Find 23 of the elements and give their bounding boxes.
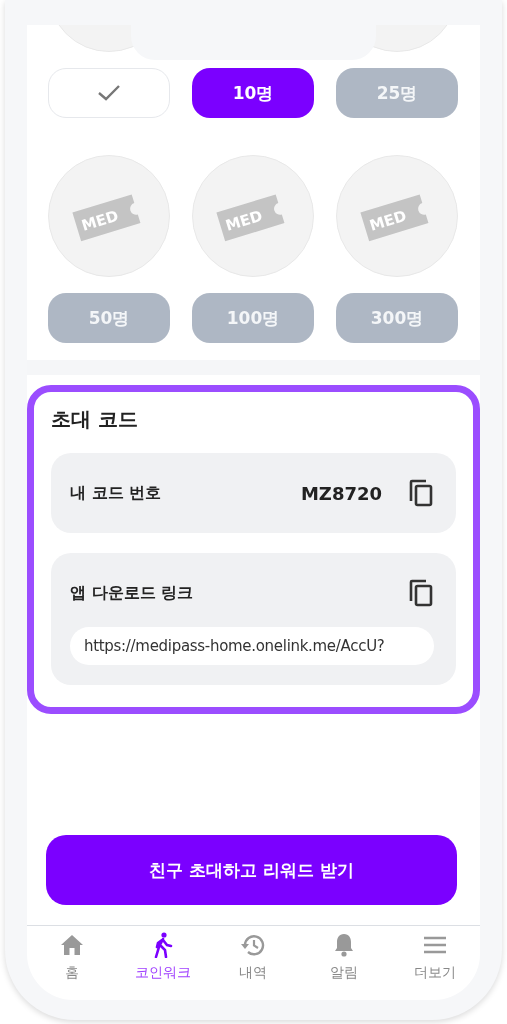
section-title: 초대 코드 (51, 406, 139, 433)
milestone-button[interactable]: 100명 (192, 293, 314, 343)
link-label: 앱 다운로드 링크 (70, 582, 194, 604)
milestone-button[interactable]: 10명 (192, 68, 314, 118)
history-icon (240, 932, 267, 958)
copy-icon[interactable] (408, 579, 434, 607)
invite-code: MZ8720 (300, 482, 382, 504)
copy-icon[interactable] (408, 479, 434, 507)
walking-person-icon (152, 932, 173, 958)
milestone-button[interactable]: 50명 (48, 293, 170, 343)
home-icon (60, 932, 85, 958)
tab-item[interactable]: 내역 (208, 932, 299, 1000)
invite-button[interactable]: 친구 초대하고 리워드 받기 (46, 835, 457, 905)
code-label: 내 코드 번호 (70, 482, 162, 504)
link-field[interactable]: https://medipass-home.onelink.me/AccU? (70, 627, 434, 665)
milestone-button[interactable]: 300명 (336, 293, 458, 343)
bell-icon (333, 932, 356, 958)
tab-item[interactable]: 알림 (298, 932, 390, 1000)
tab-item[interactable]: 코인워크 (117, 932, 209, 1000)
tab-item[interactable]: 더보기 (389, 932, 480, 1000)
tab-item[interactable]: 홈 (27, 932, 118, 1000)
check-icon (97, 84, 121, 102)
milestone-button[interactable]: 25명 (336, 68, 458, 118)
